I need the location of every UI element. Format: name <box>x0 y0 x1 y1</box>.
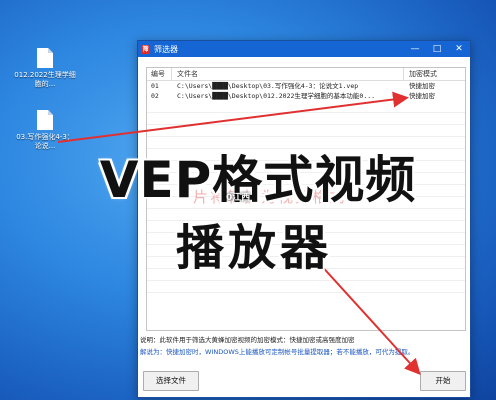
empty-row <box>147 185 465 197</box>
list-header: 编号 文件名 加密模式 <box>147 68 465 81</box>
close-button[interactable]: ✕ <box>448 41 470 57</box>
header-encryption-mode[interactable]: 加密模式 <box>404 68 465 80</box>
document-icon <box>37 110 53 130</box>
desktop-file-icon-1[interactable]: 012.2022生理学细胞的... <box>14 48 76 89</box>
empty-row <box>147 137 465 149</box>
window-title: 筛选器 <box>154 44 178 54</box>
row-mode: 快捷加密 <box>409 82 435 90</box>
watermark: 0江西 <box>226 193 251 203</box>
empty-row <box>147 233 465 245</box>
desktop-file-label: 012.2022生理学细胞的... <box>14 71 76 88</box>
header-number[interactable]: 编号 <box>147 68 172 80</box>
desktop-file-icon-2[interactable]: 03.写作强化4-3：论说... <box>14 110 76 151</box>
start-button[interactable]: 开始 <box>420 371 466 391</box>
row-filename: C:\Users\████\Desktop\03.写作强化4-3：论说文1.ve… <box>177 82 359 90</box>
filter-window: 筛 筛选器 — □ ✕ 编号 文件名 加密模式 01 C:\Users\████… <box>137 40 471 398</box>
file-list[interactable]: 编号 文件名 加密模式 01 C:\Users\████\Desktop\03.… <box>146 67 466 331</box>
app-icon: 筛 <box>141 44 150 54</box>
maximize-button[interactable]: □ <box>426 41 448 57</box>
empty-row <box>147 125 465 137</box>
empty-row <box>147 113 465 125</box>
empty-row <box>147 281 465 293</box>
select-file-button[interactable]: 选择文件 <box>143 371 199 391</box>
empty-row <box>147 245 465 257</box>
empty-row <box>147 257 465 269</box>
table-row[interactable]: 02 C:\Users\████\Desktop\012.2022生理学细胞的基… <box>147 91 465 101</box>
desktop-file-label: 03.写作强化4-3：论说... <box>16 133 74 150</box>
row-filename: C:\Users\████\Desktop\012.2022生理学细胞的基本功能… <box>177 92 376 100</box>
header-filename[interactable]: 文件名 <box>172 68 404 80</box>
empty-row <box>147 209 465 221</box>
empty-row <box>147 149 465 161</box>
empty-row <box>147 173 465 185</box>
empty-row <box>147 221 465 233</box>
document-icon <box>37 48 53 68</box>
empty-row <box>147 161 465 173</box>
explanation-text: 解说为：快捷加密时，WINDOWS上能播放可定制帐号批量提取器；若不能播放，可代… <box>140 348 415 356</box>
empty-row <box>147 197 465 209</box>
empty-row <box>147 101 465 113</box>
empty-row <box>147 269 465 281</box>
table-row[interactable]: 01 C:\Users\████\Desktop\03.写作强化4-3：论说文1… <box>147 81 465 91</box>
title-bar[interactable]: 筛 筛选器 — □ ✕ <box>138 41 470 57</box>
row-number: 02 <box>151 92 159 100</box>
row-mode: 快捷加密 <box>409 92 435 100</box>
minimize-button[interactable]: — <box>404 41 426 57</box>
row-number: 01 <box>151 82 159 90</box>
description-text: 说明：此软件用于筛选大黄蜂加密视频的加密模式：快捷加密或高强度加密 <box>140 336 355 344</box>
